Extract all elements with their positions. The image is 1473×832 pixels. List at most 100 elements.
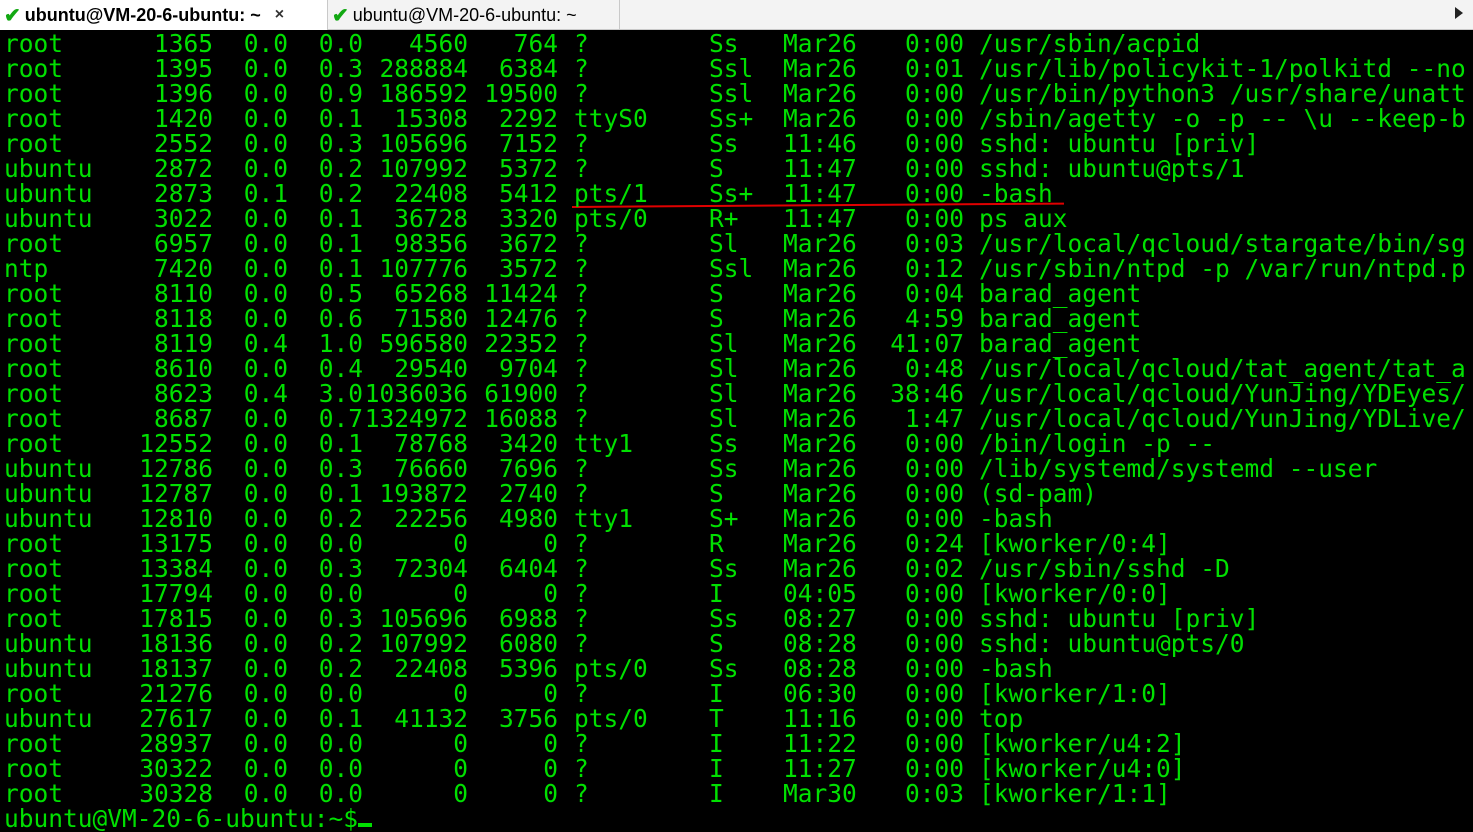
cell-vsz: 78768 bbox=[394, 429, 468, 458]
cell-start: 11:27 bbox=[783, 754, 857, 783]
cell-user: root bbox=[4, 729, 64, 758]
process-row: ubuntu 18136 0.0 0.2 107992 6080? S 08:28 0:00 ss… bbox=[0, 631, 1473, 656]
cell-time: 38:46 bbox=[890, 379, 964, 408]
cell-user: root bbox=[4, 54, 64, 83]
cell-time: 0:24 bbox=[904, 529, 964, 558]
cell-start: Mar26 bbox=[783, 54, 857, 83]
cell-time: 0:00 bbox=[904, 729, 964, 758]
cell-mem: 0.1 bbox=[318, 229, 363, 258]
tab-active[interactable]: ✔ ubuntu@VM-20-6-ubuntu: ~ × bbox=[0, 0, 328, 30]
cell-stat: Sl bbox=[709, 379, 739, 408]
cell-stat: I bbox=[709, 579, 724, 608]
cell-command: sshd: ubuntu [priv] bbox=[979, 604, 1260, 633]
cell-start: Mar26 bbox=[783, 404, 857, 433]
cell-tty: ? bbox=[574, 529, 589, 558]
cell-stat: R bbox=[709, 529, 724, 558]
cell-time: 0:00 bbox=[904, 104, 964, 133]
cell-rss: 19500 bbox=[484, 79, 558, 108]
cell-start: 11:47 bbox=[783, 154, 857, 183]
cell-rss: 6384 bbox=[498, 54, 558, 83]
cell-start: 11:46 bbox=[783, 129, 857, 158]
cell-command: sshd: ubuntu@pts/1 bbox=[979, 154, 1245, 183]
cell-command: /usr/local/qcloud/YunJing/YDLive/ bbox=[979, 404, 1466, 433]
cell-rss: 2740 bbox=[498, 479, 558, 508]
cell-cpu: 0.0 bbox=[243, 704, 288, 733]
cell-mem: 0.2 bbox=[318, 179, 363, 208]
cell-start: Mar26 bbox=[783, 354, 857, 383]
check-icon: ✔ bbox=[332, 4, 349, 27]
cell-start: Mar26 bbox=[783, 229, 857, 258]
cell-command: barad_agent bbox=[979, 279, 1142, 308]
cell-tty: ? bbox=[574, 254, 589, 283]
cell-cpu: 0.0 bbox=[243, 504, 288, 533]
cell-cpu: 0.0 bbox=[243, 579, 288, 608]
cell-start: Mar26 bbox=[783, 454, 857, 483]
cell-mem: 0.3 bbox=[318, 54, 363, 83]
terminal-output[interactable]: root 1365 0.0 0.0 4560 764? Ss Mar26 0:00/usr/sb… bbox=[0, 31, 1473, 832]
cell-vsz: 0 bbox=[453, 679, 468, 708]
cell-mem: 0.3 bbox=[318, 604, 363, 633]
cell-cpu: 0.0 bbox=[243, 204, 288, 233]
cell-vsz: 107992 bbox=[379, 629, 468, 658]
cell-user: root bbox=[4, 31, 64, 58]
process-row: root 21276 0.0 0.0 0 0? I 06:30 0:00 [kworker/1:0… bbox=[0, 681, 1473, 706]
cell-rss: 5396 bbox=[498, 654, 558, 683]
cell-mem: 0.2 bbox=[318, 654, 363, 683]
cell-tty: ? bbox=[574, 454, 589, 483]
cell-start: Mar26 bbox=[783, 279, 857, 308]
cell-vsz: 22408 bbox=[394, 654, 468, 683]
cell-stat: Ssl bbox=[709, 54, 754, 83]
cell-vsz: 22408 bbox=[394, 179, 468, 208]
cell-user: root bbox=[4, 679, 64, 708]
cell-cpu: 0.0 bbox=[243, 429, 288, 458]
cell-vsz: 76660 bbox=[394, 454, 468, 483]
cell-vsz: 596580 bbox=[379, 329, 468, 358]
cell-command: [kworker/1:1] bbox=[979, 779, 1171, 808]
cell-cpu: 0.1 bbox=[243, 179, 288, 208]
process-row: root 6957 0.0 0.1 98356 3672? Sl Mar26 0:03/usr/… bbox=[0, 231, 1473, 256]
cell-user: root bbox=[4, 579, 64, 608]
cell-command: [kworker/1:0] bbox=[979, 679, 1171, 708]
cell-time: 0:00 bbox=[904, 79, 964, 108]
cell-rss: 5412 bbox=[498, 179, 558, 208]
cell-vsz: 0 bbox=[453, 529, 468, 558]
cell-tty: ? bbox=[574, 129, 589, 158]
cell-rss: 12476 bbox=[484, 304, 558, 333]
cell-tty: ? bbox=[574, 479, 589, 508]
cell-time: 0:00 bbox=[904, 704, 964, 733]
cell-stat: I bbox=[709, 679, 724, 708]
cell-rss: 3756 bbox=[498, 704, 558, 733]
process-row: ubuntu 12787 0.0 0.1 193872 2740? S Mar26 0:00 (s… bbox=[0, 481, 1473, 506]
cell-command: sshd: ubuntu@pts/0 bbox=[979, 629, 1245, 658]
process-row: root 1396 0.0 0.9 186592 19500? Ssl Mar26 0:00/u… bbox=[0, 81, 1473, 106]
cell-stat: I bbox=[709, 729, 724, 758]
cell-tty: tty1 bbox=[574, 504, 634, 533]
cell-vsz: 107776 bbox=[379, 254, 468, 283]
cell-tty: ? bbox=[574, 329, 589, 358]
cell-tty: ? bbox=[574, 729, 589, 758]
cell-start: Mar26 bbox=[783, 31, 857, 58]
cell-vsz: 0 bbox=[453, 729, 468, 758]
cell-time: 4:59 bbox=[904, 304, 964, 333]
cell-vsz: 186592 bbox=[379, 79, 468, 108]
cell-command: /usr/sbin/sshd -D bbox=[979, 554, 1230, 583]
cell-user: root bbox=[4, 304, 64, 333]
cell-vsz: 1324972 bbox=[364, 404, 468, 433]
cell-rss: 2292 bbox=[498, 104, 558, 133]
cell-time: 0:00 bbox=[904, 204, 964, 233]
cell-stat: Sl bbox=[709, 404, 739, 433]
check-icon: ✔ bbox=[4, 4, 21, 27]
cell-stat: S+ bbox=[709, 504, 739, 533]
cell-command: /sbin/agetty -o -p -- \u --keep-b bbox=[979, 104, 1466, 133]
cell-vsz: 15308 bbox=[394, 104, 468, 133]
cell-user: ubuntu bbox=[4, 179, 93, 208]
cell-tty: ? bbox=[574, 579, 589, 608]
process-row: root 30328 0.0 0.0 0 0? I Mar30 0:03 [kworker/1:1… bbox=[0, 781, 1473, 806]
cell-tty: ? bbox=[574, 154, 589, 183]
cell-mem: 0.0 bbox=[318, 729, 363, 758]
cell-vsz: 0 bbox=[453, 754, 468, 783]
tab-scroll-right-icon[interactable] bbox=[1455, 7, 1463, 19]
cell-start: 11:47 bbox=[783, 179, 857, 208]
close-icon[interactable]: × bbox=[275, 6, 284, 24]
tab-inactive[interactable]: ✔ ubuntu@VM-20-6-ubuntu: ~ bbox=[328, 0, 620, 30]
